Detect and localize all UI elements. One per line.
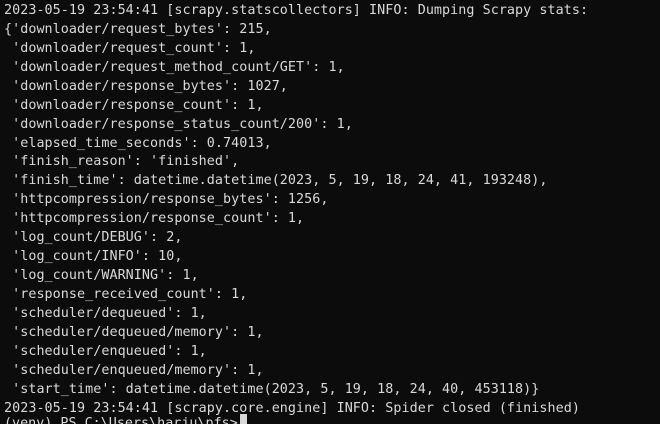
log-line: 'httpcompression/response_count': 1,	[4, 211, 305, 226]
prompt-text: (venv) PS C:\Users\harju\pfs>	[4, 416, 238, 424]
log-line: 'elapsed_time_seconds': 0.74013,	[4, 136, 272, 151]
log-line: 'log_count/WARNING': 1,	[4, 268, 199, 283]
text-cursor	[239, 414, 247, 424]
log-line: 'start_time': datetime.datetime(2023, 5,…	[4, 382, 540, 397]
log-line: 'downloader/request_method_count/GET': 1…	[4, 60, 345, 75]
log-line: 'scheduler/enqueued/memory': 1,	[4, 363, 264, 378]
log-line: 2023-05-19 23:54:41 [scrapy.statscollect…	[4, 3, 589, 18]
log-line: 'log_count/INFO': 10,	[4, 249, 183, 264]
log-line: 'scheduler/dequeued': 1,	[4, 306, 207, 321]
log-line: 'response_received_count': 1,	[4, 287, 248, 302]
log-line: {'downloader/request_bytes': 215,	[4, 22, 272, 37]
log-line: 'log_count/DEBUG': 2,	[4, 230, 183, 245]
log-line: 'finish_reason': 'finished',	[4, 154, 240, 169]
log-line: 'downloader/response_status_count/200': …	[4, 117, 353, 132]
log-line: 'downloader/response_count': 1,	[4, 98, 264, 113]
log-line: 'downloader/request_count': 1,	[4, 41, 256, 56]
log-line: 'scheduler/dequeued/memory': 1,	[4, 325, 264, 340]
log-line: 'downloader/response_bytes': 1027,	[4, 79, 288, 94]
command-prompt[interactable]: (venv) PS C:\Users\harju\pfs>	[4, 414, 247, 424]
log-line: 'httpcompression/response_bytes': 1256,	[4, 192, 329, 207]
log-line: 'finish_time': datetime.datetime(2023, 5…	[4, 173, 548, 188]
terminal-window[interactable]: 2023-05-19 23:54:41 [scrapy.statscollect…	[0, 0, 660, 424]
log-line: 'scheduler/enqueued': 1,	[4, 344, 207, 359]
